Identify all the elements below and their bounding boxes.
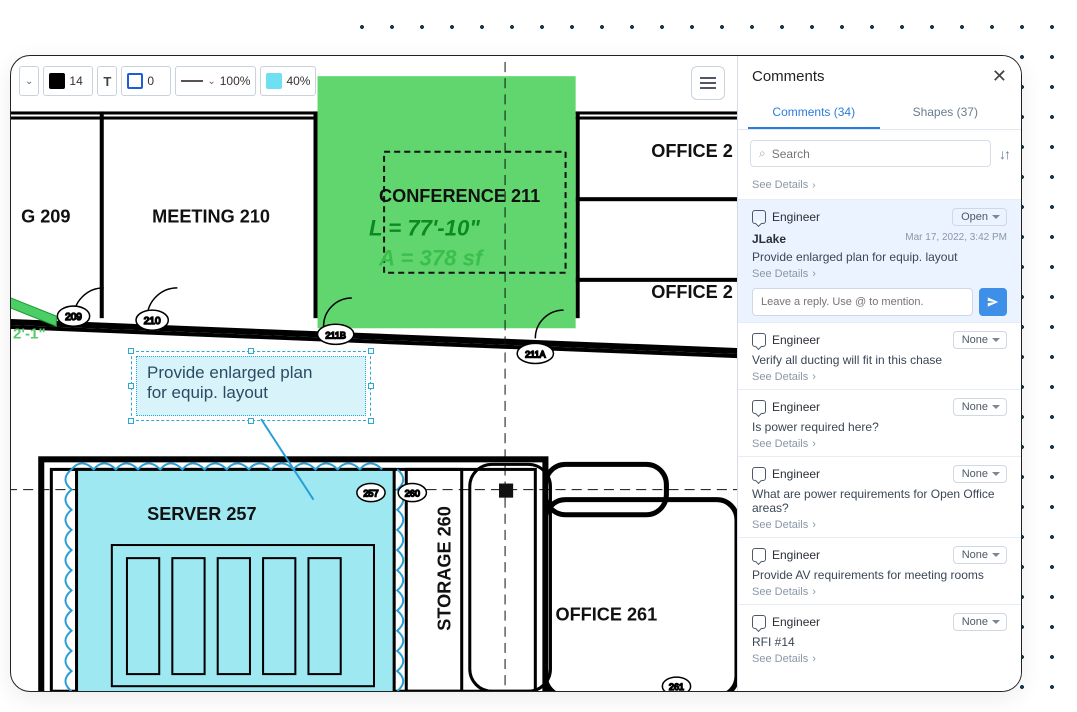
svg-text:260: 260 [405, 489, 420, 499]
comment-text: RFI #14 [752, 635, 1007, 649]
comment-role: Engineer [772, 548, 820, 562]
floorplan-svg: 209 210 211B 211A 257 260 261 G 209 MEET… [11, 56, 737, 691]
comment-timestamp: Mar 17, 2022, 3:42 PM [905, 232, 1007, 246]
room-label-office-mid: OFFICE 2 [651, 282, 733, 302]
text-tool[interactable]: T [97, 66, 117, 96]
comment-icon [752, 615, 766, 629]
comment-text: Provide enlarged plan for equip. layout [752, 250, 1007, 264]
see-details-link[interactable]: See Details › [752, 438, 1007, 450]
search-input[interactable] [772, 147, 982, 161]
svg-text:261: 261 [669, 682, 684, 691]
room-label-office261: OFFICE 261 [555, 605, 657, 625]
svg-text:211B: 211B [325, 330, 346, 340]
comment-icon [752, 548, 766, 562]
fill-color-picker[interactable]: 40% [260, 66, 316, 96]
comment-item[interactable]: Engineer None Verify all ducting will fi… [738, 322, 1021, 389]
status-dropdown[interactable]: None [953, 546, 1007, 564]
callout-text-line1: Provide enlarged plan [147, 363, 355, 383]
comment-role: Engineer [772, 400, 820, 414]
tab-comments[interactable]: Comments (34) [748, 97, 880, 129]
comment-text: What are power requirements for Open Off… [752, 487, 1007, 515]
tab-shapes[interactable]: Shapes (37) [880, 97, 1012, 129]
svg-text:211A: 211A [525, 349, 546, 359]
stroke-color-picker[interactable]: 0 [121, 66, 171, 96]
callout-text-line2: for equip. layout [147, 383, 355, 403]
panel-title: Comments [752, 68, 825, 85]
comment-icon [752, 400, 766, 414]
comments-list: Engineer Open JLake Mar 17, 2022, 3:42 PM… [738, 199, 1021, 691]
svg-text:257: 257 [363, 489, 378, 499]
room-label-server257: SERVER 257 [147, 504, 256, 524]
measurement-length: L = 77'-10" [369, 215, 480, 240]
status-dropdown[interactable]: None [953, 398, 1007, 416]
font-family-dropdown[interactable]: ⌄ [19, 66, 39, 96]
status-dropdown[interactable]: None [953, 613, 1007, 631]
send-icon [986, 295, 1000, 309]
comment-item[interactable]: Engineer None What are power requirement… [738, 456, 1021, 537]
comment-item[interactable]: Engineer Open JLake Mar 17, 2022, 3:42 PM… [738, 199, 1021, 322]
comment-text: Provide AV requirements for meeting room… [752, 568, 1007, 582]
status-dropdown[interactable]: None [953, 331, 1007, 349]
comment-role: Engineer [772, 333, 820, 347]
see-details-link[interactable]: See Details › [752, 653, 1007, 665]
line-style-dropdown[interactable]: ⌄100% [175, 66, 256, 96]
room-label-meeting210: MEETING 210 [152, 206, 270, 226]
floorplan-canvas[interactable]: ⌄ 14 T 0 ⌄100% 40% [11, 56, 737, 691]
comment-icon [752, 333, 766, 347]
status-dropdown[interactable]: Open [952, 208, 1007, 226]
sort-button[interactable]: ↓↑ [999, 146, 1009, 162]
comment-role: Engineer [772, 615, 820, 629]
comment-item[interactable]: Engineer None Is power required here? Se… [738, 389, 1021, 456]
see-details-link[interactable]: See Details › [752, 586, 1007, 598]
comment-icon [752, 467, 766, 481]
reply-input[interactable] [752, 288, 973, 316]
comments-panel: Comments ✕ Comments (34) Shapes (37) ⌕ ↓… [737, 56, 1021, 691]
room-label-office-top: OFFICE 2 [651, 141, 733, 161]
status-dropdown[interactable]: None [953, 465, 1007, 483]
hamburger-menu-button[interactable] [691, 66, 725, 100]
see-details-link[interactable]: See Details› [738, 177, 1021, 199]
svg-text:210: 210 [144, 316, 161, 327]
room-label-g209: G 209 [21, 206, 70, 226]
see-details-link[interactable]: See Details › [752, 268, 1007, 280]
measurement-area: A = 378 sf [378, 246, 485, 271]
send-button[interactable] [979, 288, 1007, 316]
search-input-wrapper[interactable]: ⌕ [750, 140, 991, 167]
text-color-picker[interactable]: 14 [43, 66, 93, 96]
comment-item[interactable]: Engineer None RFI #14 See Details › [738, 604, 1021, 671]
comment-icon [752, 210, 766, 224]
markup-toolbar: ⌄ 14 T 0 ⌄100% 40% [19, 66, 316, 96]
dimension-left: 2'-1" [13, 325, 46, 342]
room-label-storage260: STORAGE 260 [435, 506, 455, 631]
see-details-link[interactable]: See Details › [752, 519, 1007, 531]
callout-annotation[interactable]: Provide enlarged plan for equip. layout [136, 356, 366, 416]
svg-text:209: 209 [65, 312, 82, 323]
comment-role: Engineer [772, 210, 820, 224]
comment-item[interactable]: Engineer None Provide AV requirements fo… [738, 537, 1021, 604]
comment-text: Is power required here? [752, 420, 1007, 434]
search-icon: ⌕ [759, 146, 766, 161]
app-window: ⌄ 14 T 0 ⌄100% 40% [10, 55, 1022, 692]
room-label-conference211: CONFERENCE 211 [379, 186, 540, 206]
see-details-link[interactable]: See Details › [752, 371, 1007, 383]
comment-author: JLake [752, 232, 786, 246]
close-icon[interactable]: ✕ [992, 66, 1007, 87]
comment-role: Engineer [772, 467, 820, 481]
comment-text: Verify all ducting will fit in this chas… [752, 353, 1007, 367]
